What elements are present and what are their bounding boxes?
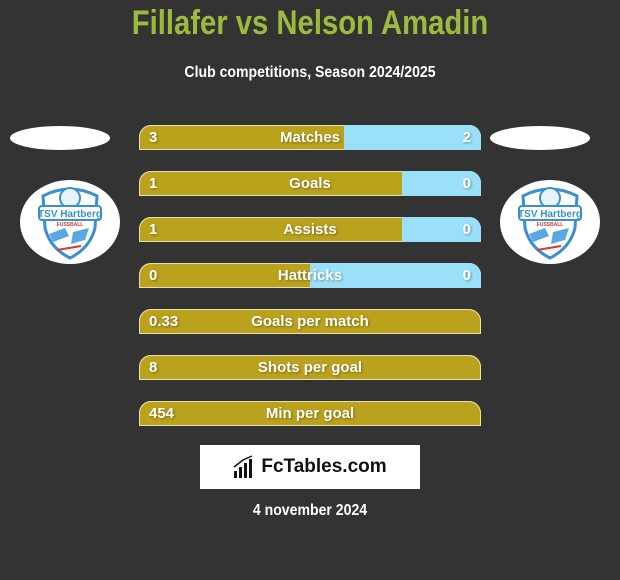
stat-row: Shots per goal 8 xyxy=(139,355,481,380)
svg-text:FUSSBALL: FUSSBALL xyxy=(537,222,564,228)
stat-row: Hattricks 0 0 xyxy=(139,263,481,288)
brand-name: FcTables.com xyxy=(261,456,387,477)
svg-text:TSV Hartberg: TSV Hartberg xyxy=(518,209,582,220)
right-value: 0 xyxy=(462,267,471,284)
shield-icon: TSV Hartberg FUSSBALL xyxy=(518,187,582,260)
fctables-logo[interactable]: FcTables.com xyxy=(200,445,420,489)
bar-chart-icon xyxy=(233,455,253,478)
stat-row: Min per goal 454 xyxy=(139,401,481,426)
svg-text:FUSSBALL: FUSSBALL xyxy=(57,222,84,228)
right-value: 2 xyxy=(462,129,471,146)
page-subtitle: Club competitions, Season 2024/2025 xyxy=(184,64,436,81)
svg-text:TSV Hartberg: TSV Hartberg xyxy=(38,209,102,220)
page-title: Fillafer vs Nelson Amadin xyxy=(131,4,489,42)
stat-label: Goals per match xyxy=(251,313,369,330)
left-value: 8 xyxy=(149,359,158,376)
stat-row: Matches 3 2 xyxy=(139,125,481,150)
left-club-logo[interactable]: TSV Hartberg FUSSBALL xyxy=(20,180,120,264)
shield-icon: TSV Hartberg FUSSBALL xyxy=(38,187,102,260)
stat-label: Assists xyxy=(283,221,337,238)
left-value: 3 xyxy=(149,129,158,146)
stat-row: Goals 1 0 xyxy=(139,171,481,196)
left-value: 0 xyxy=(149,267,158,284)
stat-label: Goals xyxy=(289,175,331,192)
stat-row: Assists 1 0 xyxy=(139,217,481,242)
right-club-logo[interactable]: TSV Hartberg FUSSBALL xyxy=(500,180,600,264)
left-value: 0.33 xyxy=(149,313,179,330)
stat-label: Min per goal xyxy=(265,405,355,422)
stat-label: Shots per goal xyxy=(257,359,363,376)
stat-label: Matches xyxy=(279,129,341,146)
right-value: 0 xyxy=(462,221,471,238)
left-value: 454 xyxy=(149,405,175,422)
left-value: 1 xyxy=(149,175,158,192)
right-value: 0 xyxy=(462,175,471,192)
right-player-badge xyxy=(490,126,590,150)
date-label: 4 november 2024 xyxy=(252,502,368,519)
left-player-badge xyxy=(10,126,110,150)
stat-row: Goals per match 0.33 xyxy=(139,309,481,334)
left-value: 1 xyxy=(149,221,158,238)
stat-label: Hattricks xyxy=(277,267,343,284)
